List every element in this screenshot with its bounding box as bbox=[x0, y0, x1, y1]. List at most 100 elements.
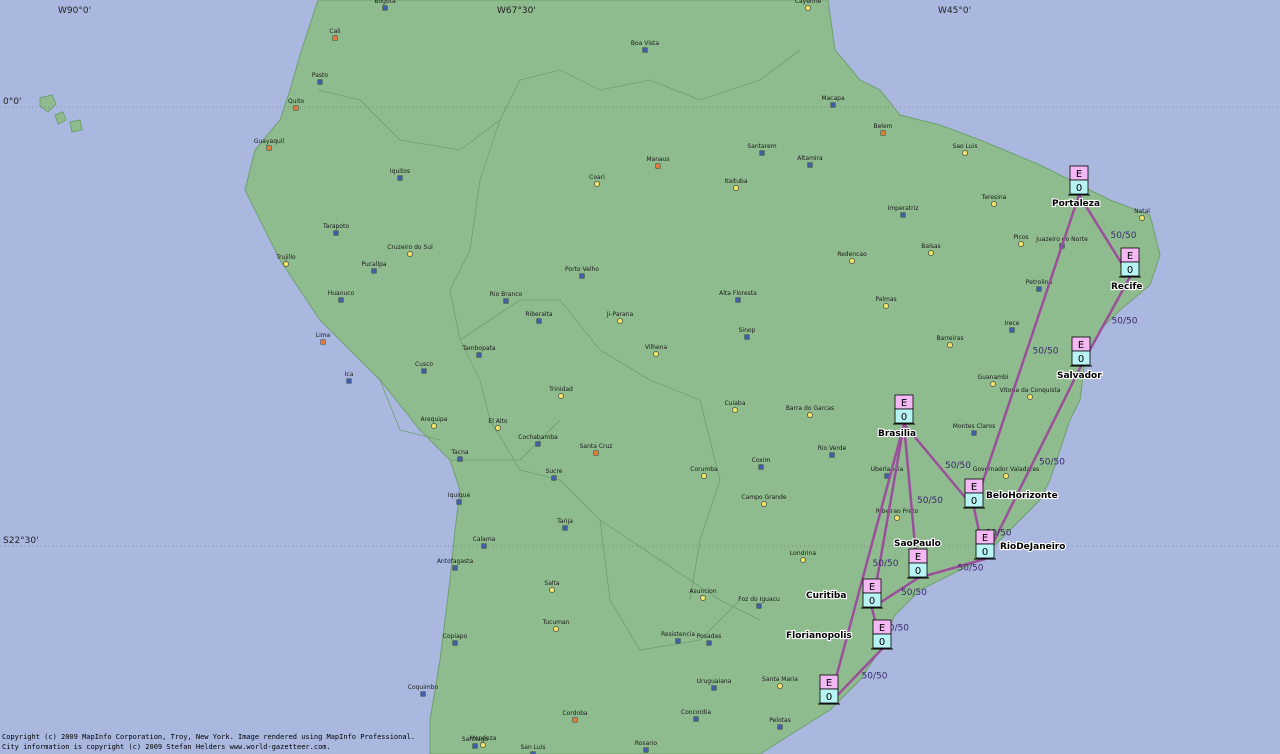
city-label: Cordoba bbox=[562, 710, 588, 717]
city-label: Vilhena bbox=[645, 344, 668, 351]
lon-label-67w: W67°30' bbox=[497, 6, 536, 16]
city-label: Iquique bbox=[448, 492, 471, 499]
city-label: Vitoria da Conquista bbox=[1000, 387, 1061, 394]
city-marker bbox=[293, 105, 299, 111]
map-canvas[interactable]: W90°0' W67°30' W45°0' 0°0' S22°30' Bogot… bbox=[0, 0, 1280, 754]
city-label: Pucallpa bbox=[361, 261, 386, 268]
city-marker bbox=[807, 162, 813, 168]
city-marker bbox=[495, 425, 501, 431]
node-bottom-value: 0 bbox=[1127, 265, 1133, 276]
node-label: Portaleza bbox=[1052, 199, 1100, 209]
city-marker bbox=[962, 150, 968, 156]
node-label: Curitiba bbox=[806, 591, 846, 601]
city-marker bbox=[744, 334, 750, 340]
node-top-value: E bbox=[869, 582, 875, 593]
link-label: 50/50 bbox=[958, 564, 984, 574]
city-label: Redencao bbox=[837, 251, 867, 258]
city-label: Juazeiro do Norte bbox=[1035, 236, 1088, 243]
node-label: Florianopolis bbox=[786, 631, 852, 641]
city-marker bbox=[928, 250, 934, 256]
city-marker bbox=[283, 261, 289, 267]
city-label: Boa Vista bbox=[631, 40, 659, 47]
city-marker bbox=[480, 742, 486, 748]
city-marker bbox=[397, 175, 403, 181]
city-marker bbox=[807, 412, 813, 418]
city-label: Salta bbox=[544, 580, 560, 587]
lat-label-equator: 0°0' bbox=[3, 97, 21, 107]
city-marker bbox=[711, 685, 717, 691]
city-marker bbox=[503, 298, 509, 304]
city-label: Santa Cruz bbox=[580, 443, 613, 450]
city-marker bbox=[346, 378, 352, 384]
city-label: Uruguaiana bbox=[697, 678, 732, 685]
city-label: Concordia bbox=[681, 709, 711, 716]
city-label: Tacna bbox=[450, 449, 468, 456]
link-label: 50/50 bbox=[862, 672, 888, 682]
city-label: Huanuco bbox=[328, 290, 355, 297]
city-label: Lima bbox=[316, 332, 331, 339]
lat-label-22s: S22°30' bbox=[3, 536, 39, 546]
node-top-value: E bbox=[971, 482, 977, 493]
node-label: RioDeJaneiro bbox=[1000, 542, 1065, 552]
city-label: Pasto bbox=[312, 72, 329, 79]
node-bottom-value: 0 bbox=[879, 637, 885, 648]
city-marker bbox=[452, 640, 458, 646]
city-marker bbox=[894, 515, 900, 521]
city-label: Cruzeiro do Sul bbox=[387, 244, 433, 251]
city-marker bbox=[880, 130, 886, 136]
city-marker bbox=[830, 102, 836, 108]
city-label: Calama bbox=[473, 536, 496, 543]
city-marker bbox=[420, 691, 426, 697]
city-label: Manaus bbox=[646, 156, 669, 163]
city-label: Sao Luis bbox=[953, 143, 978, 150]
node-portoalegre[interactable]: E0 bbox=[818, 674, 840, 705]
city-label: Santa Maria bbox=[762, 676, 798, 683]
link-label: 50/50 bbox=[917, 496, 943, 506]
city-marker bbox=[476, 352, 482, 358]
city-label: Macapa bbox=[821, 95, 845, 102]
copyright-line-2: City information is copyright (c) 2009 S… bbox=[2, 743, 331, 751]
city-label: Asuncion bbox=[689, 588, 716, 595]
node-top-value: E bbox=[915, 552, 921, 563]
city-label: Antofagasta bbox=[437, 558, 474, 565]
city-label: Montes Claros bbox=[953, 423, 995, 430]
city-label: Tucuman bbox=[542, 619, 570, 626]
city-marker bbox=[777, 724, 783, 730]
city-label: Santarem bbox=[747, 143, 776, 150]
city-label: Coquimbo bbox=[408, 684, 439, 691]
city-label: Resistencia bbox=[661, 631, 695, 638]
city-label: Tarija bbox=[556, 518, 573, 525]
link-label: 50/50 bbox=[873, 559, 899, 569]
city-label: Irece bbox=[1005, 320, 1020, 327]
node-top-value: E bbox=[1127, 251, 1133, 262]
city-marker bbox=[990, 381, 996, 387]
city-marker bbox=[382, 5, 388, 11]
city-marker bbox=[572, 717, 578, 723]
city-label: Trinidad bbox=[548, 386, 573, 393]
city-marker bbox=[693, 716, 699, 722]
link-label: 50/50 bbox=[1033, 347, 1059, 357]
city-marker bbox=[535, 441, 541, 447]
city-label: Trujillo bbox=[275, 254, 296, 261]
city-marker bbox=[593, 450, 599, 456]
city-label: Cali bbox=[329, 28, 341, 35]
city-marker bbox=[558, 393, 564, 399]
node-bottom-value: 0 bbox=[971, 496, 977, 507]
link-label: 50/50 bbox=[1111, 231, 1137, 241]
city-marker bbox=[549, 587, 555, 593]
node-top-value: E bbox=[1078, 340, 1084, 351]
city-marker bbox=[481, 543, 487, 549]
city-label: Riberalta bbox=[525, 311, 552, 318]
city-label: Guanambi bbox=[978, 374, 1009, 381]
city-label: Iquitos bbox=[390, 168, 410, 175]
city-marker bbox=[829, 452, 835, 458]
node-top-value: E bbox=[826, 678, 832, 689]
link-label: 50/50 bbox=[1112, 317, 1138, 327]
city-marker bbox=[1139, 215, 1145, 221]
node-top-value: E bbox=[982, 533, 988, 544]
city-marker bbox=[1027, 394, 1033, 400]
city-marker bbox=[758, 464, 764, 470]
city-label: Ica bbox=[345, 371, 354, 378]
city-marker bbox=[777, 683, 783, 689]
city-marker bbox=[883, 303, 889, 309]
